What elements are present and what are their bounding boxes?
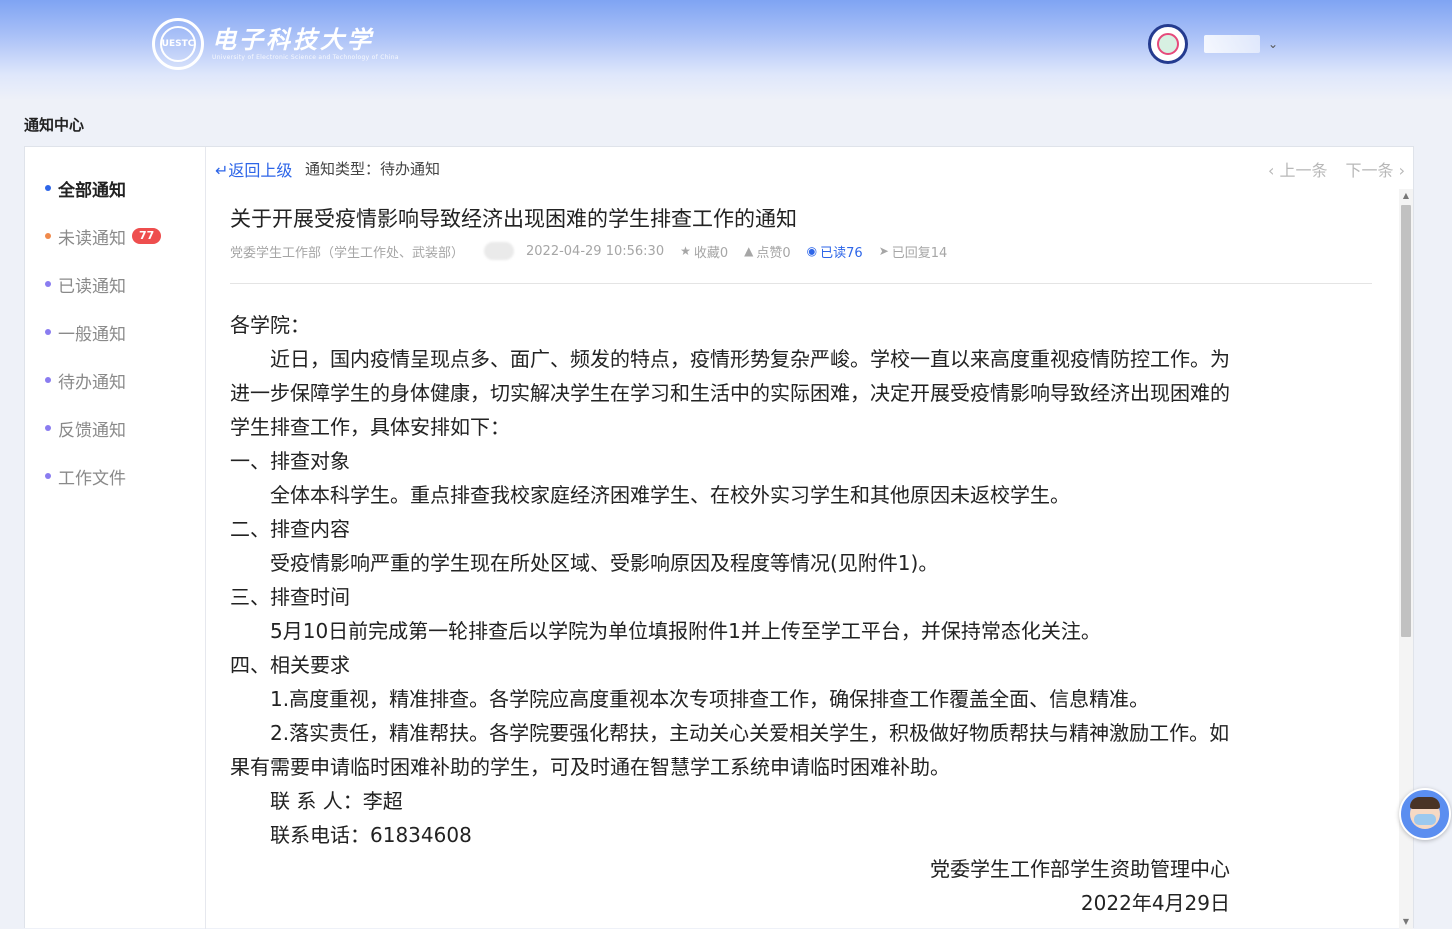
publisher: 党委学生工作部（学生工作处、武装部） bbox=[230, 245, 465, 261]
contact-person: 联 系 人：李超 bbox=[270, 789, 403, 813]
bullet-dot bbox=[45, 473, 51, 479]
pager: ‹ 上一条 下一条 › bbox=[1268, 157, 1405, 181]
notice-panel: 全部通知 未读通知 77 已读通知 一般通知 待办通知 反馈通知 工作文件 ↵返… bbox=[24, 146, 1414, 929]
signature-date: 2022年4月29日 bbox=[1080, 891, 1230, 915]
prev-button[interactable]: ‹ 上一条 bbox=[1268, 157, 1328, 181]
sidebar-item-todo[interactable]: 待办通知 bbox=[45, 368, 126, 393]
sidebar-item-label: 反馈通知 bbox=[58, 420, 126, 441]
signature-department: 党委学生工作部学生资助管理中心 bbox=[930, 857, 1230, 881]
sidebar-item-feedback[interactable]: 反馈通知 bbox=[45, 416, 126, 441]
read-count-label: 已读76 bbox=[820, 245, 863, 261]
university-seal-icon: UESTC bbox=[152, 18, 204, 70]
sidebar-item-label: 全部通知 bbox=[58, 180, 126, 201]
assistant-face-icon bbox=[1410, 797, 1440, 829]
reply-count-label: 已回复14 bbox=[891, 245, 948, 261]
sidebar-item-label: 已读通知 bbox=[58, 276, 126, 297]
read-count[interactable]: ◉ 已读76 bbox=[807, 242, 863, 261]
notice-type-label: 通知类型：待办通知 bbox=[305, 160, 441, 178]
unread-count-badge: 77 bbox=[132, 228, 162, 244]
sidebar-item-label: 工作文件 bbox=[58, 468, 126, 489]
chevron-down-icon[interactable]: ⌄ bbox=[1268, 37, 1278, 51]
user-menu[interactable]: ⌄ bbox=[1148, 24, 1278, 64]
prev-label: 上一条 bbox=[1279, 161, 1328, 180]
bullet-dot bbox=[45, 425, 51, 431]
body-paragraph: 全体本科学生。重点排查我校家庭经济困难学生、在校外实习学生和其他原因未返校学生。 bbox=[270, 483, 1070, 507]
notice-article: 关于开展受疫情影响导致经济出现困难的学生排查工作的通知 党委学生工作部（学生工作… bbox=[230, 205, 1372, 920]
next-button[interactable]: 下一条 › bbox=[1345, 157, 1405, 181]
bullet-dot bbox=[45, 377, 51, 383]
notice-meta: 党委学生工作部（学生工作处、武装部） 2022-04-29 10:56:30 ★… bbox=[230, 241, 1372, 261]
back-label: 返回上级 bbox=[228, 161, 293, 180]
body-paragraph: 5月10日前完成第一轮排查后以学院为单位填报附件1并上传至学工平台，并保持常态化… bbox=[270, 619, 1101, 643]
scroll-thumb[interactable] bbox=[1401, 205, 1411, 637]
sidebar: 全部通知 未读通知 77 已读通知 一般通知 待办通知 反馈通知 工作文件 bbox=[25, 147, 206, 929]
seal-text: UESTC bbox=[160, 26, 196, 62]
body-paragraph: 1.高度重视，精准排查。各学院应高度重视本次专项排查工作，确保排查工作覆盖全面、… bbox=[270, 687, 1150, 711]
return-arrow-icon: ↵ bbox=[215, 161, 229, 180]
university-logo[interactable]: UESTC 电子科技大学 University of Electronic Sc… bbox=[152, 18, 399, 70]
assistant-avatar-button[interactable] bbox=[1399, 788, 1451, 840]
body-paragraph: 各学院： bbox=[230, 313, 310, 337]
bullet-dot bbox=[45, 233, 51, 239]
scroll-up-arrow-icon[interactable]: ▲ bbox=[1399, 189, 1413, 203]
top-banner: UESTC 电子科技大学 University of Electronic Sc… bbox=[0, 0, 1452, 100]
logo-chinese-name: 电子科技大学 bbox=[212, 25, 374, 54]
section-heading: 二、排查内容 bbox=[230, 517, 350, 541]
sidebar-item-general[interactable]: 一般通知 bbox=[45, 320, 126, 345]
section-heading: 一、排查对象 bbox=[230, 449, 350, 473]
favorite-count: 收藏0 bbox=[693, 245, 729, 261]
contact-phone: 联系电话：61834608 bbox=[270, 823, 472, 847]
publish-time: 2022-04-29 10:56:30 bbox=[526, 243, 665, 259]
next-label: 下一条 bbox=[1345, 161, 1394, 180]
thumb-up-icon: ▲ bbox=[744, 244, 754, 258]
user-name-blurred bbox=[1204, 35, 1260, 53]
section-heading: 四、相关要求 bbox=[230, 653, 350, 677]
scroll-down-arrow-icon[interactable]: ▼ bbox=[1399, 915, 1413, 929]
send-icon: ➤ bbox=[878, 244, 889, 258]
back-button[interactable]: ↵返回上级 bbox=[215, 157, 292, 181]
body-paragraph: 2.落实责任，精准帮扶。各学院要强化帮扶，主动关心关爱相关学生，积极做好物质帮扶… bbox=[230, 721, 1230, 779]
avatar[interactable] bbox=[1148, 24, 1188, 64]
sidebar-item-unread[interactable]: 未读通知 77 bbox=[45, 224, 162, 249]
divider bbox=[230, 283, 1372, 284]
star-icon: ★ bbox=[680, 244, 691, 258]
sidebar-item-label: 未读通知 bbox=[58, 228, 126, 249]
sidebar-item-read[interactable]: 已读通知 bbox=[45, 272, 126, 297]
body-paragraph: 近日，国内疫情呈现点多、面广、频发的特点，疫情形势复杂严峻。学校一直以来高度重视… bbox=[230, 347, 1230, 439]
favorite-button[interactable]: ★ 收藏0 bbox=[680, 242, 728, 261]
content-toolbar: ↵返回上级 通知类型：待办通知 ‹ 上一条 下一条 › bbox=[215, 157, 1405, 181]
bullet-dot bbox=[45, 281, 51, 287]
like-count: 点赞0 bbox=[756, 245, 791, 261]
notice-title: 关于开展受疫情影响导致经济出现困难的学生排查工作的通知 bbox=[230, 207, 797, 231]
chevron-right-icon: › bbox=[1398, 161, 1405, 180]
reply-count[interactable]: ➤ 已回复14 bbox=[879, 242, 948, 261]
chevron-left-icon: ‹ bbox=[1267, 161, 1275, 180]
section-heading: 三、排查时间 bbox=[230, 585, 350, 609]
bullet-dot bbox=[45, 185, 51, 191]
notice-body: 各学院： 近日，国内疫情呈现点多、面广、频发的特点，疫情形势复杂严峻。学校一直以… bbox=[230, 308, 1230, 920]
sidebar-item-work-files[interactable]: 工作文件 bbox=[45, 464, 126, 489]
bullet-dot bbox=[45, 329, 51, 335]
sidebar-item-all[interactable]: 全部通知 bbox=[45, 176, 126, 201]
publisher-name-blurred bbox=[484, 242, 515, 260]
sidebar-item-label: 一般通知 bbox=[58, 324, 126, 345]
eye-icon: ◉ bbox=[806, 244, 818, 258]
page-title: 通知中心 bbox=[24, 116, 85, 134]
like-button[interactable]: ▲ 点赞0 bbox=[744, 242, 791, 261]
logo-english-name: University of Electronic Science and Tec… bbox=[212, 54, 399, 61]
body-paragraph: 受疫情影响严重的学生现在所处区域、受影响原因及程度等情况(见附件1)。 bbox=[270, 551, 939, 575]
sidebar-item-label: 待办通知 bbox=[58, 372, 126, 393]
